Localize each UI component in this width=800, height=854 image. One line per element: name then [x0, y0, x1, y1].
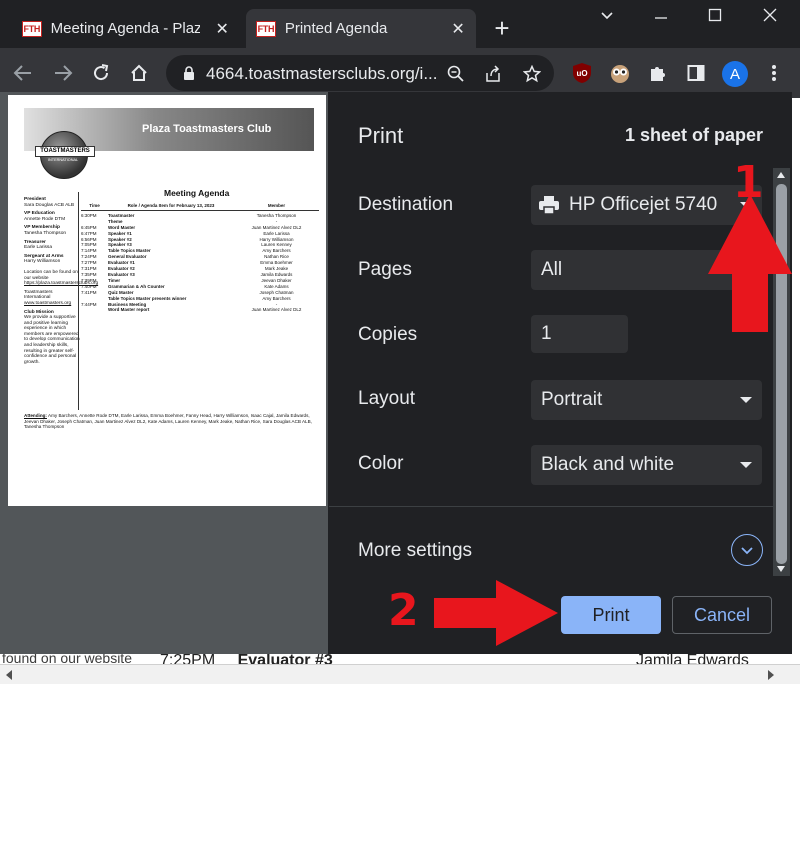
site-favicon-icon: FTH	[22, 20, 42, 37]
more-settings-row[interactable]: More settings	[329, 506, 775, 576]
chevron-down-icon[interactable]	[731, 534, 763, 566]
url-text[interactable]: 4664.toastmastersclubs.org/i...	[206, 64, 438, 84]
officer-name: Tanesha Thompson	[24, 230, 67, 236]
tab-search-chevron-icon[interactable]	[592, 8, 622, 32]
logo-text: TOASTMASTERS	[40, 148, 90, 154]
print-heading: Print	[358, 123, 404, 148]
col-member: Member	[267, 203, 286, 208]
copies-input[interactable]: 1	[531, 315, 628, 353]
reload-icon[interactable]	[88, 60, 114, 86]
svg-text:uO: uO	[576, 69, 587, 78]
bookmark-star-icon[interactable]	[521, 63, 543, 85]
kebab-menu-icon[interactable]	[762, 60, 786, 86]
ti-text: Toastmasters International	[24, 289, 53, 301]
red-arrow-right-icon	[434, 580, 558, 646]
print-button[interactable]: Print	[561, 596, 661, 634]
ublock-extension-icon[interactable]: uO	[570, 61, 594, 85]
location-text: Location can be found on our website	[24, 269, 78, 281]
logo-subtext: INTERNATIONAL	[48, 158, 79, 162]
toastmasters-logo: TOASTMASTERS INTERNATIONAL	[35, 131, 95, 179]
print-preview-area: Plaza Toastmasters Club TOASTMASTERS INT…	[0, 92, 328, 654]
lock-icon[interactable]	[183, 66, 195, 85]
cancel-button[interactable]: Cancel	[672, 596, 772, 634]
maximize-icon[interactable]	[700, 8, 730, 32]
extensions-puzzle-icon[interactable]	[646, 61, 670, 85]
site-favicon-icon: FTH	[256, 20, 276, 37]
preview-page: Plaza Toastmasters Club TOASTMASTERS INT…	[8, 95, 326, 506]
scroll-up-icon[interactable]	[777, 172, 785, 178]
dropdown-caret-icon	[740, 462, 752, 468]
home-icon[interactable]	[126, 60, 152, 86]
agenda-title: Meeting Agenda	[164, 188, 230, 198]
scroll-left-icon[interactable]	[5, 670, 13, 680]
color-dropdown[interactable]: Black and white	[531, 445, 762, 485]
new-tab-plus-icon[interactable]: +	[488, 14, 516, 42]
horizontal-scrollbar[interactable]	[0, 664, 800, 684]
red-arrow-up-icon	[708, 194, 792, 332]
print-settings-panel: Print 1 sheet of paper Destination HP Of…	[329, 92, 792, 654]
scroll-right-icon[interactable]	[767, 670, 775, 680]
owl-extension-icon[interactable]	[608, 61, 632, 85]
agenda-header-row: Time Role / Agenda Item for February 13,…	[81, 203, 319, 211]
pages-label: Pages	[358, 259, 412, 280]
officer-name: Annette Rode DTM	[24, 216, 66, 222]
scroll-down-icon[interactable]	[777, 566, 785, 572]
agenda-rows: 6:30PM Toastmaster Tanesha Thompson Theme -6…	[81, 213, 319, 313]
tab-strip: FTH Meeting Agenda - Plaza Toastmasters …	[0, 0, 800, 48]
agenda-row: Word Master report Juan Martinez Alvez DL…	[81, 307, 319, 313]
dropdown-caret-icon	[740, 397, 752, 403]
tab-meeting-agenda[interactable]: FTH Meeting Agenda - Plaza Toastmasters …	[12, 9, 240, 48]
tab-close-icon[interactable]: ✕	[450, 19, 466, 39]
address-bar[interactable]: 4664.toastmastersclubs.org/i...	[166, 55, 554, 91]
agenda-member: Juan Martinez Alvez DL2	[251, 307, 302, 313]
agenda-time	[81, 307, 108, 313]
agenda-table: Time Role / Agenda Item for February 13,…	[81, 203, 319, 313]
destination-label: Destination	[358, 194, 454, 215]
officer-name: Earle Larissa	[24, 245, 52, 251]
attendance-names: Amy Barchers, Annette Rode DTM, Earle La…	[24, 413, 312, 430]
step-2-label: 2	[388, 585, 419, 636]
ti-link: www.toastmasters.org	[24, 300, 72, 306]
forward-arrow-icon[interactable]	[50, 60, 76, 86]
tab-title: Meeting Agenda - Plaza Toastmasters	[50, 20, 201, 37]
sheet-count: 1 sheet of paper	[624, 125, 763, 145]
attendance-label: Attending:	[24, 413, 47, 418]
col-time: Time	[89, 203, 100, 208]
close-window-icon[interactable]	[755, 8, 785, 32]
printer-icon	[539, 196, 559, 214]
tab-printed-agenda[interactable]: FTH Printed Agenda ✕	[246, 9, 476, 48]
tab-title: Printed Agenda	[284, 20, 388, 37]
more-settings-label[interactable]: More settings	[358, 540, 472, 562]
layout-label: Layout	[358, 388, 416, 409]
agenda-role: Word Master report	[108, 307, 150, 313]
copies-label: Copies	[358, 324, 418, 345]
col-role: Role / Agenda Item for February 13, 2023	[127, 203, 215, 208]
color-label: Color	[358, 453, 404, 474]
officer-name: Sara Douglas ACB ALB	[24, 202, 75, 208]
sidebar-divider	[78, 192, 79, 410]
browser-toolbar: 4664.toastmastersclubs.org/i... uO A	[0, 48, 800, 98]
attendance-section: Attending: Amy Barchers, Annette Rode DT…	[24, 413, 312, 430]
club-name: Plaza Toastmasters Club	[142, 123, 272, 135]
back-arrow-icon[interactable]	[10, 60, 36, 86]
profile-avatar[interactable]: A	[722, 61, 748, 87]
print-dialog: Plaza Toastmasters Club TOASTMASTERS INT…	[0, 92, 792, 654]
browser-window: FTH Meeting Agenda - Plaza Toastmasters …	[0, 0, 800, 684]
side-panel-icon[interactable]	[684, 61, 708, 85]
layout-dropdown[interactable]: Portrait	[531, 380, 762, 420]
officer-sidebar: President Sara Douglas ACB ALB VP Educat…	[24, 194, 99, 365]
location-link: https://plaza.toastmastersclubs.org	[24, 281, 99, 287]
pages-value: All	[541, 259, 563, 280]
tab-close-icon[interactable]: ✕	[214, 19, 230, 39]
destination-value: HP Officejet 5740	[569, 194, 718, 215]
layout-value: Portrait	[541, 389, 603, 410]
mission-text: We provide a supportive and positive lea…	[24, 315, 80, 365]
color-value: Black and white	[541, 454, 675, 475]
share-icon[interactable]	[482, 63, 504, 85]
logo-band: TOASTMASTERS	[35, 146, 95, 157]
officer-name: Harry Williamson	[24, 259, 61, 265]
minimize-icon[interactable]	[646, 8, 676, 32]
zoom-out-icon[interactable]	[445, 63, 467, 85]
